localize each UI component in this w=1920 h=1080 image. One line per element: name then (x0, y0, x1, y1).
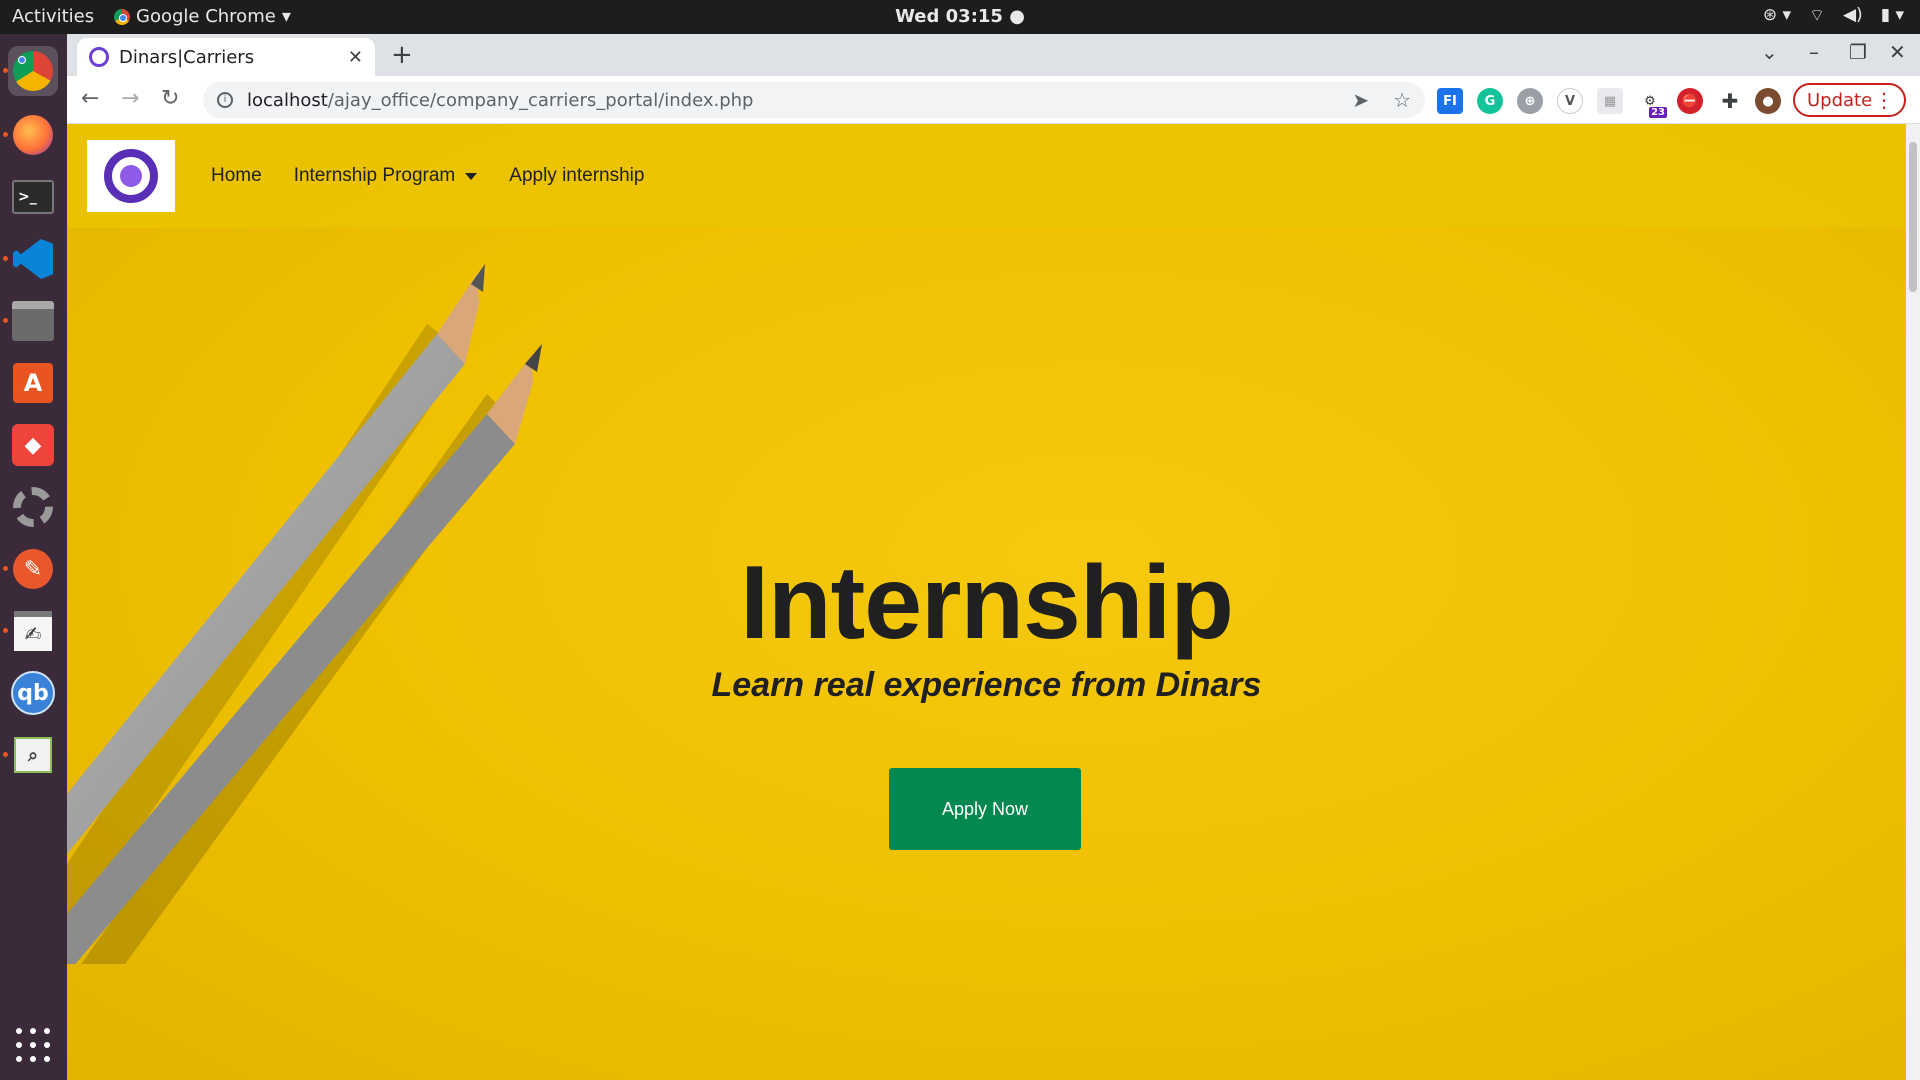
dot-icon (30, 1042, 36, 1048)
dock-anydesk[interactable]: ◆ (8, 420, 58, 470)
scrollbar-thumb[interactable] (1909, 142, 1917, 292)
running-indicator (3, 256, 8, 261)
omnibox-actions: ➤ ☆ (1352, 88, 1411, 112)
running-indicator (3, 628, 8, 633)
dock-vscode[interactable] (8, 234, 58, 284)
settings-icon (13, 487, 53, 527)
site-logo[interactable] (87, 140, 175, 212)
extensions-puzzle-icon[interactable]: ✚ (1717, 88, 1743, 114)
firefox-icon (13, 115, 53, 155)
grammarly-icon[interactable]: G (1477, 88, 1503, 114)
dock-firefox[interactable] (8, 110, 58, 160)
anydesk-icon: ◆ (12, 424, 54, 466)
chrome-window: Dinars|Carriers ✕ + ⌄ – ❐ ✕ ← → ↻ i loca… (67, 34, 1920, 1080)
maximize-button[interactable]: ❐ (1849, 40, 1867, 64)
browser-toolbar: ← → ↻ i localhost/ajay_office/company_ca… (67, 76, 1920, 124)
hero-title: Internship (740, 545, 1234, 661)
adblock-icon[interactable]: ⛔ (1677, 88, 1703, 114)
page-scrollbar[interactable] (1906, 124, 1920, 1080)
url-path: /ajay_office/company_carriers_portal/ind… (327, 89, 754, 111)
extension-badge-icon[interactable]: 23 ⚙ (1637, 88, 1667, 118)
image-viewer-icon: ⌕ (14, 737, 52, 773)
running-indicator (3, 752, 8, 757)
caret-down-icon (465, 172, 478, 180)
dock-terminal[interactable]: >_ (8, 172, 58, 222)
battery-icon[interactable]: ▮ ▾ (1881, 5, 1904, 26)
dot-icon (44, 1042, 50, 1048)
tab-title: Dinars|Carriers (119, 46, 255, 68)
running-indicator (3, 318, 8, 323)
dock-image-viewer[interactable]: ⌕ (8, 730, 58, 780)
address-bar[interactable]: i localhost/ajay_office/company_carriers… (203, 82, 1425, 118)
wifi-icon[interactable]: ⌔ (1809, 5, 1825, 26)
vscode-icon (13, 239, 53, 279)
text-editor-icon: ✍ (14, 611, 52, 651)
nav-internship-program-label: Internship Program (293, 165, 456, 186)
show-applications-button[interactable] (14, 1026, 52, 1064)
dot-icon (30, 1056, 36, 1062)
ubuntu-dock: >_ A ◆ ✎ ✍ qb ⌕ (0, 34, 67, 1080)
dot-icon (16, 1028, 22, 1034)
globe-icon[interactable]: ⊕ (1517, 88, 1543, 114)
site-favicon-icon (89, 47, 109, 67)
update-label: Update (1807, 89, 1873, 111)
accessibility-icon[interactable]: ⊛ ▾ (1763, 5, 1791, 26)
hero-subtitle: Learn real experience from Dinars (711, 666, 1262, 704)
vimium-icon[interactable]: V (1557, 88, 1583, 114)
update-button[interactable]: Update ⋮ (1793, 83, 1906, 117)
software-center-icon: A (13, 363, 53, 403)
page-viewport: Home Internship Program Apply internship… (67, 124, 1920, 1080)
site-info-icon[interactable]: i (217, 92, 233, 108)
extension-icon[interactable]: ▦ (1597, 88, 1623, 114)
files-icon (12, 301, 54, 341)
back-button[interactable]: ← (81, 86, 99, 111)
profile-avatar[interactable]: ● (1755, 88, 1781, 114)
dot-icon (44, 1028, 50, 1034)
new-tab-button[interactable]: + (391, 40, 413, 70)
dock-qbittorrent[interactable]: qb (8, 668, 58, 718)
browser-tab[interactable]: Dinars|Carriers ✕ (77, 38, 375, 76)
nav-home[interactable]: Home (211, 165, 262, 187)
dock-settings[interactable] (8, 482, 58, 532)
terminal-icon: >_ (12, 180, 54, 214)
extension-fi-icon[interactable]: FI (1437, 88, 1463, 114)
apply-now-button[interactable]: Apply Now (889, 768, 1081, 850)
close-tab-icon[interactable]: ✕ (348, 47, 363, 68)
dock-software[interactable]: A (8, 358, 58, 408)
reload-button[interactable]: ↻ (161, 86, 179, 111)
send-icon[interactable]: ➤ (1352, 88, 1369, 112)
close-window-button[interactable]: ✕ (1889, 40, 1906, 64)
chrome-icon (13, 51, 53, 91)
dock-chrome[interactable] (8, 46, 58, 96)
dock-text-editor[interactable]: ✍ (8, 606, 58, 656)
dot-icon (16, 1042, 22, 1048)
system-tray[interactable]: ⊛ ▾ ⌔ ◀) ▮ ▾ (1763, 5, 1904, 26)
minimize-button[interactable]: – (1809, 40, 1819, 64)
chrome-menu-icon[interactable]: ⋮ (1874, 88, 1894, 112)
extension-badge: 23 (1649, 107, 1667, 118)
dot-icon (30, 1028, 36, 1034)
running-indicator (3, 132, 8, 137)
dinars-logo-icon (104, 149, 158, 203)
dot-icon (16, 1056, 22, 1062)
running-indicator (3, 68, 8, 73)
tab-strip: Dinars|Carriers ✕ + ⌄ – ❐ ✕ (67, 34, 1920, 76)
running-indicator (3, 566, 8, 571)
site-navbar: Home Internship Program Apply internship (67, 124, 1906, 228)
pen-tool-icon: ✎ (13, 549, 53, 589)
volume-icon[interactable]: ◀) (1843, 5, 1863, 26)
bookmark-star-icon[interactable]: ☆ (1393, 88, 1411, 112)
nav-internship-program[interactable]: Internship Program (294, 165, 478, 187)
gnome-top-bar: Activities Google Chrome ▾ Wed 03:15 ● ⊛… (0, 0, 1920, 34)
tab-search-icon[interactable]: ⌄ (1761, 40, 1778, 64)
clock[interactable]: Wed 03:15 ● (0, 6, 1920, 27)
dot-icon (44, 1056, 50, 1062)
qbittorrent-icon: qb (11, 671, 55, 715)
url-host: localhost (247, 89, 328, 111)
nav-apply-internship[interactable]: Apply internship (509, 165, 644, 187)
dock-files[interactable] (8, 296, 58, 346)
forward-button[interactable]: → (121, 86, 139, 111)
dock-pen-tool[interactable]: ✎ (8, 544, 58, 594)
